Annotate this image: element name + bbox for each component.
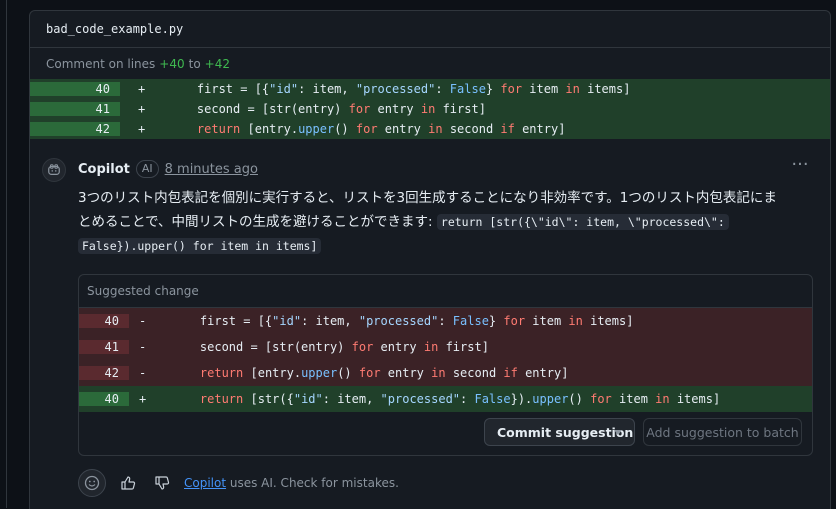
thumbs-down-icon[interactable]: [150, 471, 174, 495]
context-line-1: 41 + second = [str(entry) for entry in fi…: [30, 99, 830, 119]
disclaimer-text: uses AI. Check for mistakes.: [226, 476, 399, 490]
suggestion-line-0: 40- first = [{"id": item, "processed": F…: [79, 308, 812, 334]
line-end: +42: [204, 56, 230, 71]
context-line-2: 42 + return [entry.upper() for entry in s…: [30, 119, 830, 139]
ai-disclaimer: Copilot uses AI. Check for mistakes.: [184, 476, 399, 490]
smiley-icon[interactable]: [78, 469, 106, 497]
copilot-icon[interactable]: [42, 158, 66, 182]
smiley-icon-svg: [84, 475, 100, 491]
line-number[interactable]: 40: [79, 314, 129, 328]
line-number[interactable]: 41: [30, 102, 120, 116]
comment-on-lines: Comment on lines +40 to +42: [30, 48, 830, 79]
comment-header: Copilot AI 8 minutes ago: [78, 154, 258, 184]
context-line-0: 40 + first = [{"id": item, "processed": F…: [30, 79, 830, 99]
timestamp[interactable]: 8 minutes ago: [165, 162, 258, 177]
add-to-batch-button: Add suggestion to batch: [643, 418, 802, 446]
chevron-down-icon[interactable]: [614, 430, 622, 435]
diff-sign: -: [139, 366, 147, 380]
timeline-rail: [6, 0, 7, 508]
code-text: first = [{"id": item, "processed": False…: [171, 314, 634, 328]
author-name[interactable]: Copilot: [78, 162, 130, 177]
review-thread: bad_code_example.py Comment on lines +40…: [29, 10, 831, 509]
inline-code-1: return [str({\"id\": item, \"processed\"…: [436, 214, 729, 230]
body-line-1: 3つのリスト内包表記を個別に実行すると、リストを3回生成することになり非効率です…: [78, 190, 777, 206]
line-sep: to: [188, 56, 201, 71]
commit-suggestion-button[interactable]: Commit suggestion: [484, 418, 635, 446]
comment-on-prefix: Comment on lines: [46, 56, 156, 71]
copilot-link[interactable]: Copilot: [184, 476, 226, 490]
inline-code-2: False}).upper() for item in items]: [78, 238, 322, 254]
comment-footer: Copilot uses AI. Check for mistakes.: [78, 468, 399, 498]
diff-sign: +: [138, 82, 146, 96]
file-name[interactable]: bad_code_example.py: [30, 11, 830, 48]
suggestion-actions: Commit suggestion Add suggestion to batc…: [79, 412, 812, 454]
code-text: first = [{"id": item, "processed": False…: [168, 82, 631, 96]
code-text: return [entry.upper() for entry in secon…: [196, 122, 566, 136]
commit-suggestion-label: Commit suggestion: [497, 424, 634, 440]
code-text: second = [str(entry) for entry in first]: [168, 102, 486, 116]
comment-body: 3つのリスト内包表記を個別に実行すると、リストを3回生成することになり非効率です…: [78, 186, 813, 258]
line-number[interactable]: 40: [79, 392, 129, 406]
thumbs-up-icon-svg: [121, 476, 136, 490]
line-start: +40: [159, 56, 185, 71]
suggestion-line-3: 40 + return [str({"id": item, "processed"…: [79, 386, 812, 412]
suggestion-line-1: 41- second = [str(entry) for entry in fi…: [79, 334, 812, 360]
body-line-2: とめることで、中間リストの生成を避けることができます:: [78, 214, 437, 230]
thumbs-up-icon[interactable]: [116, 471, 140, 495]
diff-sign: -: [139, 340, 147, 354]
suggested-change: Suggested change 40- first = [{"id": ite…: [78, 274, 813, 456]
line-number[interactable]: 42: [30, 122, 120, 136]
suggestion-diff: 40- first = [{"id": item, "processed": F…: [79, 308, 812, 412]
diff-sign: +: [138, 122, 146, 136]
copilot-icon-svg: [48, 164, 60, 175]
suggestion-line-2: 42- return [entry.upper() for entry in s…: [79, 360, 812, 386]
line-number[interactable]: 41: [79, 340, 129, 354]
ai-badge: AI: [135, 160, 159, 178]
line-number[interactable]: 40: [30, 82, 120, 96]
suggested-change-title: Suggested change: [79, 275, 812, 308]
kebab-horizontal-icon[interactable]: ···: [788, 156, 812, 178]
code-text: second = [str(entry) for entry in first]: [171, 340, 489, 354]
thumbs-down-icon-svg: [155, 476, 170, 490]
diff-sign: -: [139, 314, 147, 328]
line-number[interactable]: 42: [79, 366, 129, 380]
code-text: return [str({"id": item, "processed": Fa…: [199, 392, 721, 406]
diff-sign: +: [138, 102, 146, 116]
diff-sign: +: [139, 392, 147, 406]
context-diff: 40 + first = [{"id": item, "processed": F…: [30, 79, 830, 139]
code-text: return [entry.upper() for entry in secon…: [199, 366, 569, 380]
